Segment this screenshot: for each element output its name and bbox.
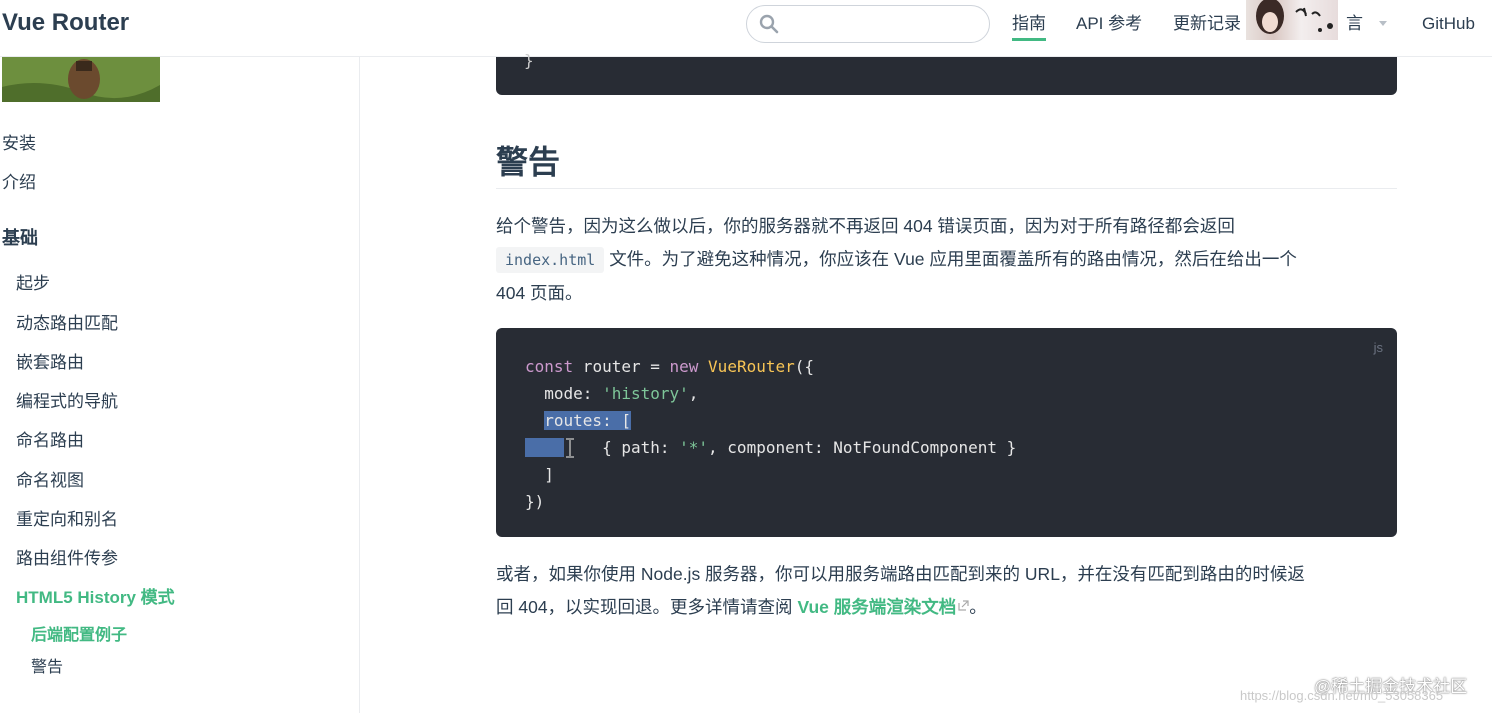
sidebar-item-getting-started[interactable]: 起步 — [16, 273, 50, 295]
sidebar: 安装 介绍 基础 起步 动态路由匹配 嵌套路由 编程式的导航 命名路由 命名视图… — [0, 57, 360, 713]
code-block: js const router = new VueRouter({ mode: … — [496, 328, 1397, 537]
selected-text — [525, 438, 564, 457]
inline-code: index.html — [496, 247, 605, 273]
code-language-label: js — [1373, 340, 1383, 355]
nav-link-changelog[interactable]: 更新记录 — [1173, 12, 1241, 36]
paragraph-text: 给个警告，因为这么做以后，你的服务器就不再返回 404 错误页面，因为对于所有路… — [496, 216, 1235, 236]
search-icon — [759, 14, 779, 34]
previous-code-block: } — [496, 51, 1397, 95]
sidebar-item-passing-props[interactable]: 路由组件传参 — [16, 548, 118, 570]
text-cursor-icon — [566, 438, 574, 458]
paragraph-text: 文件。为了避免这种情况，你应该在 Vue 应用里面覆盖所有的路由情况，然后在给出… — [609, 249, 1297, 269]
code-line-3: routes: [ — [525, 410, 631, 432]
ssr-docs-link[interactable]: Vue 服务端渲染文档 — [797, 597, 956, 617]
code-line-1: const router = new VueRouter({ — [525, 357, 815, 376]
nav-link-guide[interactable]: 指南 — [1012, 12, 1046, 41]
nav-link-api[interactable]: API 参考 — [1076, 12, 1142, 36]
sidebar-item-named-routes[interactable]: 命名路由 — [16, 430, 84, 452]
watermark-url: https://blog.csdn.net/m0_53058365 — [1240, 688, 1444, 703]
selected-text: routes: [ — [544, 411, 631, 430]
code-line-5: ] — [525, 465, 554, 484]
nav-link-github[interactable]: GitHub — [1422, 12, 1475, 36]
sidebar-group-basics[interactable]: 基础 — [2, 227, 38, 249]
paragraph-text: 回 404，以实现回退。更多详情请查阅 — [496, 597, 793, 617]
site-title[interactable]: Vue Router — [2, 8, 129, 38]
paragraph-nodejs: 或者，如果你使用 Node.js 服务器，你可以用服务端路由匹配到来的 URL，… — [496, 564, 1305, 617]
section-title: 警告 — [496, 144, 561, 180]
section-divider — [496, 188, 1397, 189]
paragraph-text: 404 页面。 — [496, 283, 583, 303]
sidebar-item-navigation[interactable]: 编程式的导航 — [16, 391, 118, 413]
top-navbar: Vue Router 指南 API 参考 更新记录 言 GitHub — [0, 0, 1492, 57]
code-brace: } — [524, 51, 534, 70]
sidebar-item-history-mode[interactable]: HTML5 History 模式 — [16, 587, 175, 609]
avatar — [1246, 0, 1338, 40]
paragraph-warning: 给个警告，因为这么做以后，你的服务器就不再返回 404 错误页面，因为对于所有路… — [496, 210, 1397, 310]
nav-link-language[interactable]: 言 — [1346, 12, 1363, 36]
search-box[interactable] — [746, 5, 990, 43]
code-line-4: { path: '*', component: NotFoundComponen… — [525, 437, 1016, 459]
code-line-2: mode: 'history', — [525, 384, 699, 403]
chevron-down-icon[interactable] — [1378, 18, 1388, 28]
sidebar-item-redirect-alias[interactable]: 重定向和别名 — [16, 509, 118, 531]
sidebar-item-nested-routes[interactable]: 嵌套路由 — [16, 352, 84, 374]
sidebar-item-named-views[interactable]: 命名视图 — [16, 470, 84, 492]
sidebar-item-install[interactable]: 安装 — [2, 133, 36, 155]
code-line-6: }) — [525, 492, 545, 511]
paragraph-text: 或者，如果你使用 Node.js 服务器，你可以用服务端路由匹配到来的 URL，… — [496, 564, 1305, 584]
sidebar-item-dynamic-matching[interactable]: 动态路由匹配 — [16, 313, 118, 335]
search-input[interactable] — [787, 12, 981, 38]
sidebar-subitem-server-config[interactable]: 后端配置例子 — [31, 625, 127, 647]
sidebar-item-intro[interactable]: 介绍 — [2, 172, 36, 194]
sidebar-banner-image — [2, 57, 160, 102]
external-link-icon — [958, 600, 969, 611]
sidebar-subitem-caveat[interactable]: 警告 — [31, 657, 63, 679]
